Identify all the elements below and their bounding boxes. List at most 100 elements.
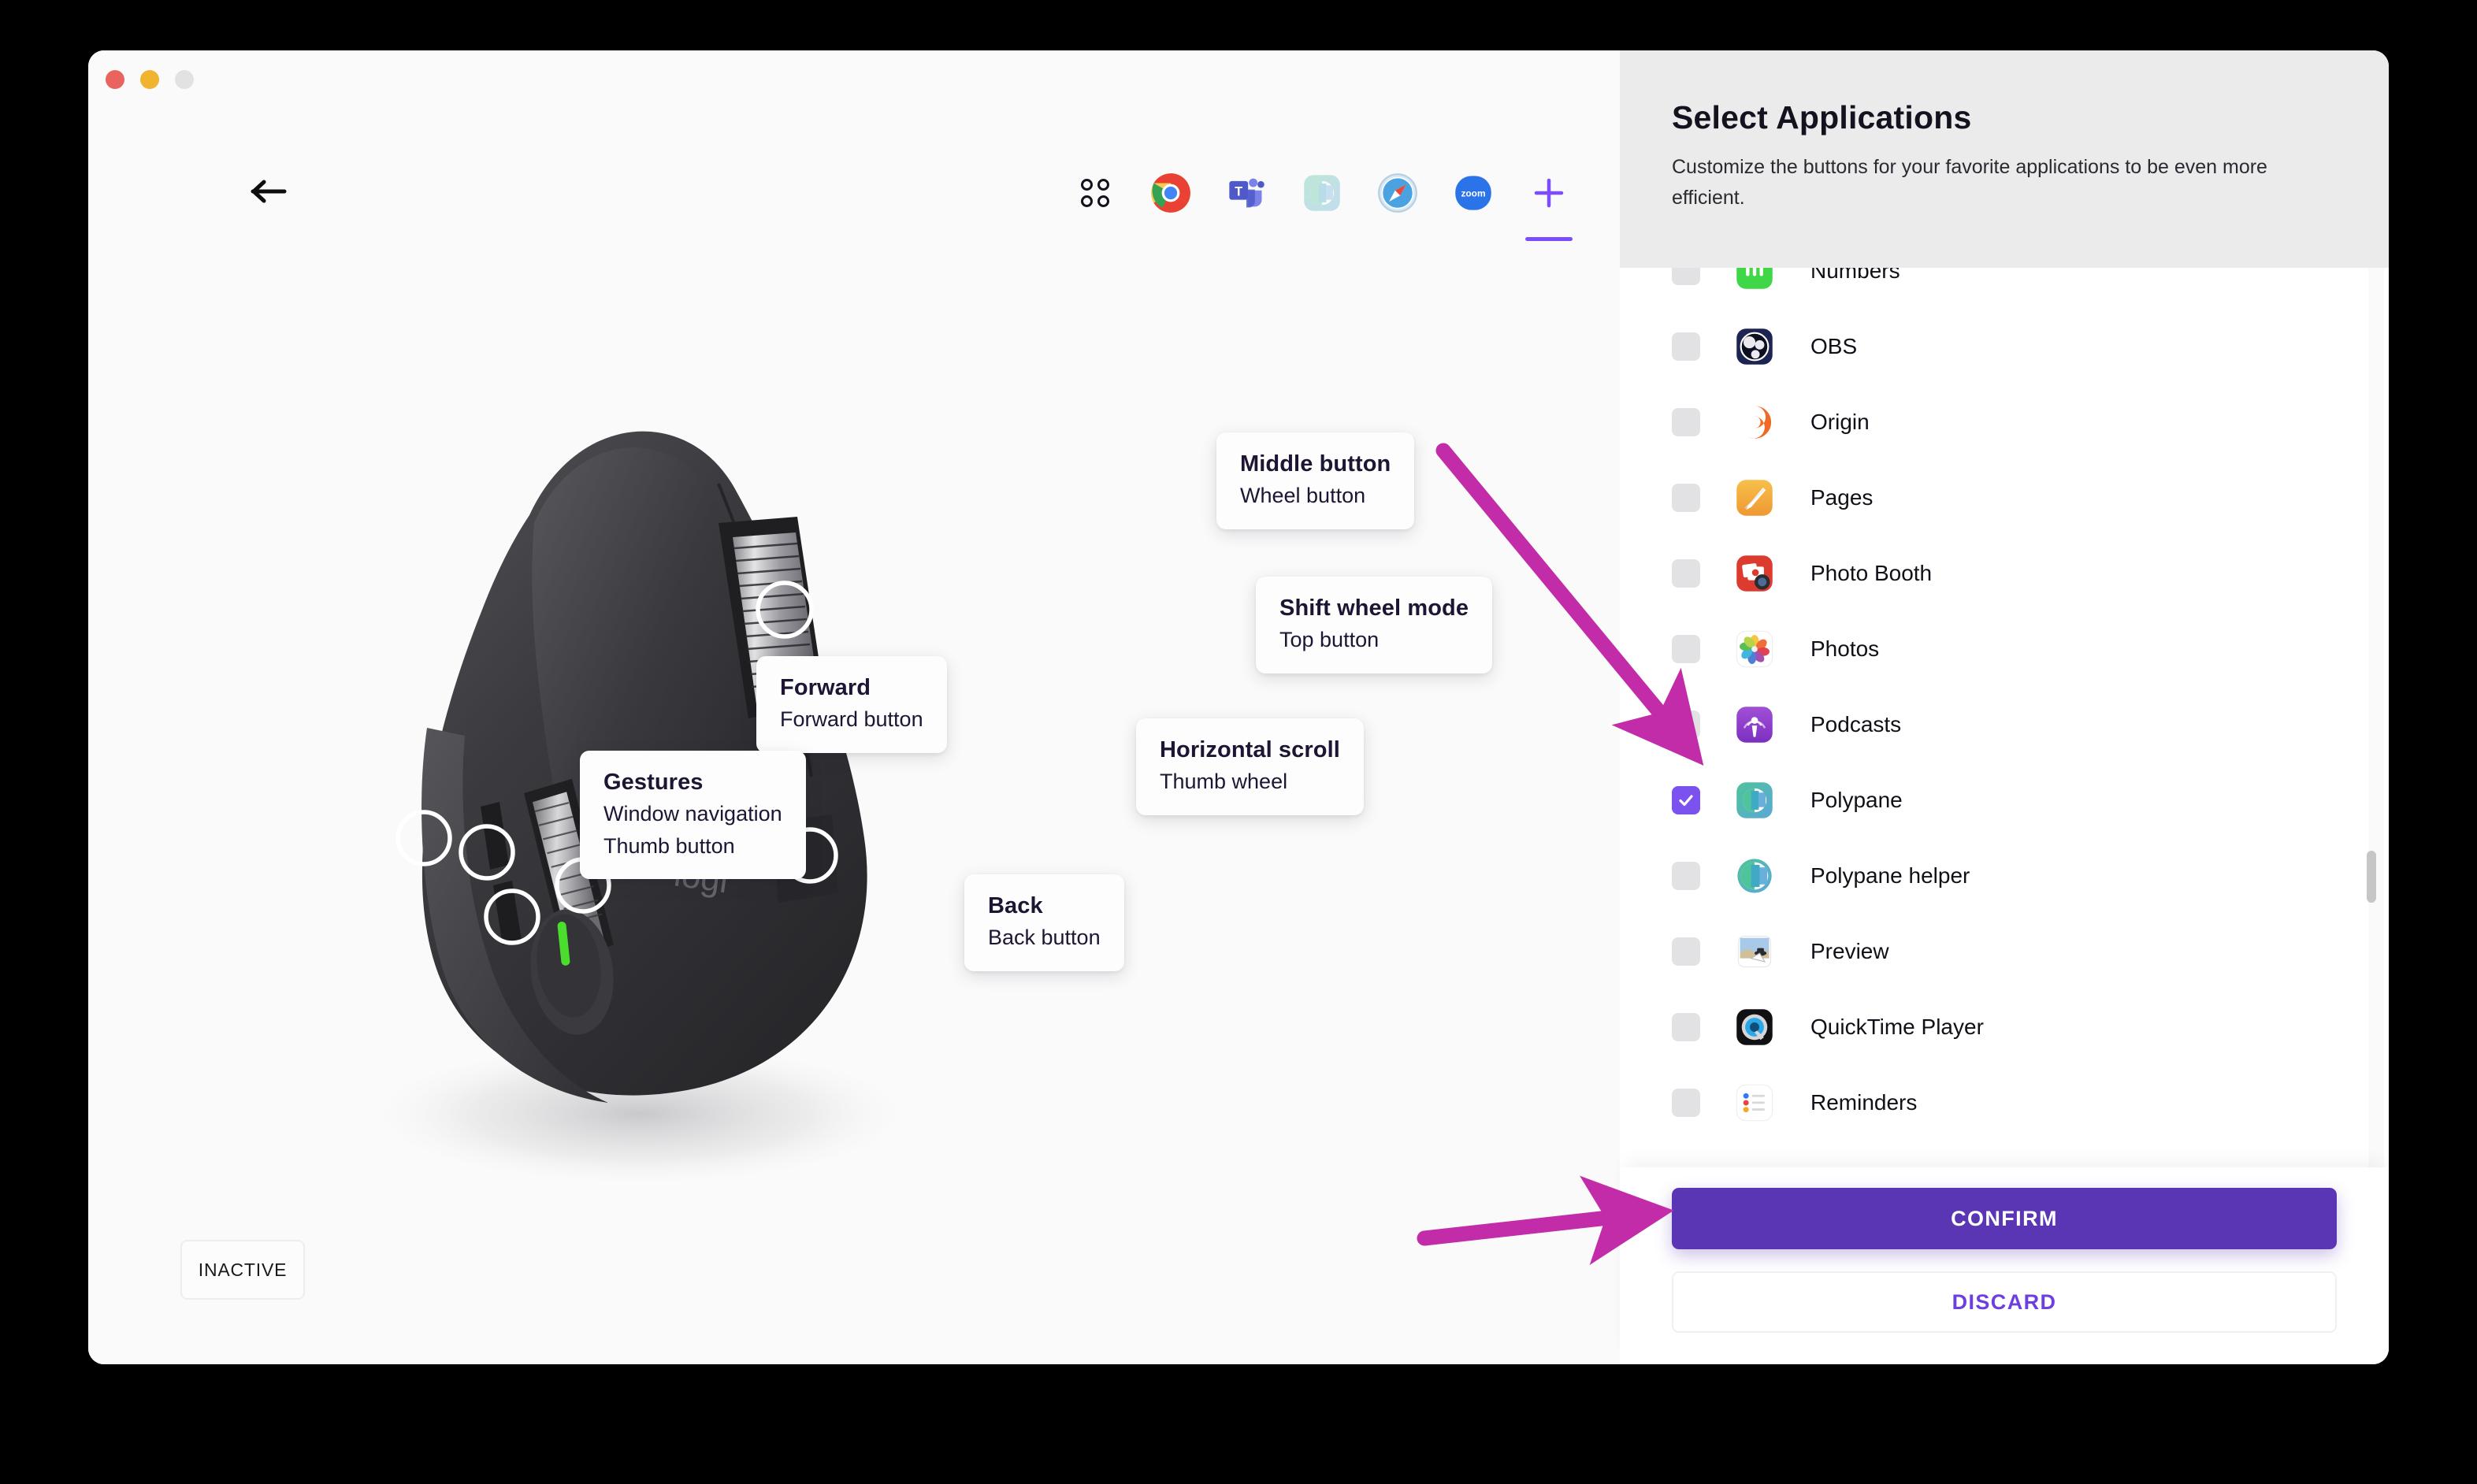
- app-name: Numbers: [1810, 268, 1900, 283]
- microsoft-teams-icon: T: [1225, 172, 1268, 214]
- list-item[interactable]: QuickTime Player: [1620, 989, 2389, 1065]
- app-name: Photo Booth: [1810, 561, 1933, 585]
- tab-polypane[interactable]: [1284, 165, 1360, 252]
- close-window-button[interactable]: [106, 70, 124, 89]
- polypane-icon: [1733, 779, 1776, 822]
- list-scrollbar-thumb[interactable]: [2367, 851, 2376, 903]
- confirm-button[interactable]: CONFIRM: [1672, 1188, 2337, 1249]
- app-name: Podcasts: [1810, 712, 1902, 736]
- origin-icon: [1733, 401, 1776, 443]
- callout-title: Middle button: [1240, 451, 1391, 477]
- all-apps-grid-icon: [1074, 172, 1116, 214]
- callout-subtitle: Window navigation: [603, 802, 782, 826]
- maximize-window-button[interactable]: [175, 70, 194, 89]
- callout-subtitle-secondary: Thumb button: [603, 833, 735, 858]
- podcasts-icon: [1733, 703, 1776, 746]
- list-item-polypane[interactable]: Polypane: [1620, 762, 2389, 838]
- callout-back: Back Back button: [964, 874, 1124, 971]
- app-checkbox[interactable]: [1672, 786, 1700, 814]
- safari-icon: [1376, 172, 1419, 214]
- numbers-icon: [1733, 268, 1776, 292]
- tab-chrome[interactable]: [1133, 165, 1209, 252]
- select-applications-panel: Select Applications Customize the button…: [1620, 50, 2389, 1364]
- panel-header: Select Applications Customize the button…: [1620, 50, 2389, 268]
- window-traffic-lights: [106, 70, 194, 89]
- callout-subtitle: Thumb wheel: [1160, 770, 1288, 794]
- app-checkbox[interactable]: [1672, 710, 1700, 739]
- minimize-window-button[interactable]: [140, 70, 159, 89]
- app-checkbox[interactable]: [1672, 332, 1700, 361]
- app-name: Photos: [1810, 636, 1880, 661]
- callout-forward: Forward Forward button: [756, 656, 947, 753]
- list-item[interactable]: Photos: [1620, 611, 2389, 687]
- app-checkbox[interactable]: [1672, 559, 1700, 588]
- list-item[interactable]: Podcasts: [1620, 687, 2389, 762]
- list-item[interactable]: Numbers: [1620, 268, 2389, 309]
- discard-button[interactable]: DISCARD: [1672, 1271, 2337, 1333]
- app-name: Pages: [1810, 485, 1874, 510]
- callout-title: Horizontal scroll: [1160, 737, 1340, 762]
- list-item[interactable]: Reminders: [1620, 1065, 2389, 1141]
- callout-middle-button: Middle button Wheel button: [1216, 432, 1415, 529]
- callout-gestures: Gestures Window navigation Thumb button: [580, 751, 806, 880]
- app-name: Preview: [1810, 939, 1889, 963]
- tab-zoom[interactable]: zoom: [1435, 165, 1511, 252]
- tab-safari[interactable]: [1360, 165, 1435, 252]
- photo-booth-icon: [1733, 552, 1776, 595]
- callout-subtitle: Top button: [1279, 628, 1380, 652]
- app-name: QuickTime Player: [1810, 1015, 1984, 1039]
- list-item[interactable]: OBS: [1620, 309, 2389, 384]
- panel-footer: CONFIRM DISCARD: [1620, 1167, 2389, 1364]
- app-checkbox[interactable]: [1672, 937, 1700, 966]
- quicktime-icon: [1733, 1006, 1776, 1048]
- callout-subtitle: Forward button: [780, 707, 923, 732]
- device-preview-pane: T zoom Middle button Wheel button Shift …: [88, 50, 1620, 1364]
- callout-subtitle: Back button: [988, 926, 1101, 950]
- callout-horizontal-scroll: Horizontal scroll Thumb wheel: [1136, 718, 1364, 815]
- app-checkbox[interactable]: [1672, 635, 1700, 663]
- list-item[interactable]: Origin: [1620, 384, 2389, 460]
- app-name: Reminders: [1810, 1090, 1918, 1115]
- plus-icon: [1528, 172, 1570, 214]
- application-list-items: Numbers OBS Origin Pages Photo Booth Pho…: [1620, 268, 2389, 1141]
- list-scrollbar-track[interactable]: [2367, 268, 2384, 1167]
- app-checkbox[interactable]: [1672, 862, 1700, 890]
- list-item[interactable]: Pages: [1620, 460, 2389, 536]
- chrome-icon: [1149, 172, 1192, 214]
- callout-subtitle: Wheel button: [1240, 484, 1366, 508]
- panel-description: Customize the buttons for your favorite …: [1672, 156, 2267, 209]
- pages-icon: [1733, 477, 1776, 519]
- list-item[interactable]: Preview: [1620, 914, 2389, 989]
- list-item[interactable]: Photo Booth: [1620, 536, 2389, 611]
- callout-title: Shift wheel mode: [1279, 595, 1469, 621]
- app-checkbox[interactable]: [1672, 484, 1700, 512]
- app-name: OBS: [1810, 334, 1858, 358]
- photos-icon: [1733, 628, 1776, 670]
- app-checkbox[interactable]: [1672, 408, 1700, 436]
- tab-add-application[interactable]: [1511, 165, 1587, 252]
- app-checkbox[interactable]: [1672, 1013, 1700, 1041]
- svg-text:T: T: [1235, 184, 1242, 198]
- application-list[interactable]: Numbers OBS Origin Pages Photo Booth Pho…: [1620, 268, 2389, 1167]
- app-name: Polypane helper: [1810, 863, 1970, 888]
- callout-shift-wheel-mode: Shift wheel mode Top button: [1256, 577, 1493, 673]
- tab-microsoft-teams[interactable]: T: [1209, 165, 1284, 252]
- zoom-icon: zoom: [1452, 172, 1495, 214]
- back-button[interactable]: [244, 173, 293, 210]
- svg-text:zoom: zoom: [1461, 187, 1485, 198]
- list-item[interactable]: Polypane helper: [1620, 838, 2389, 914]
- app-name: Polypane: [1810, 788, 1903, 812]
- mouse-illustration: logi: [88, 287, 1620, 1232]
- arrow-left-icon: [251, 180, 287, 203]
- reminders-icon: [1733, 1081, 1776, 1124]
- check-icon: [1679, 795, 1693, 807]
- application-tab-strip: T zoom: [1057, 165, 1587, 252]
- polypane-icon: [1301, 172, 1343, 214]
- app-checkbox[interactable]: [1672, 268, 1700, 285]
- logi-options-window: T zoom Middle button Wheel button Shift …: [88, 50, 2389, 1364]
- polypane-helper-icon: [1733, 855, 1776, 897]
- callout-title: Forward: [780, 675, 871, 700]
- tab-all-applications[interactable]: [1057, 165, 1133, 252]
- obs-icon: [1733, 325, 1776, 368]
- app-checkbox[interactable]: [1672, 1089, 1700, 1117]
